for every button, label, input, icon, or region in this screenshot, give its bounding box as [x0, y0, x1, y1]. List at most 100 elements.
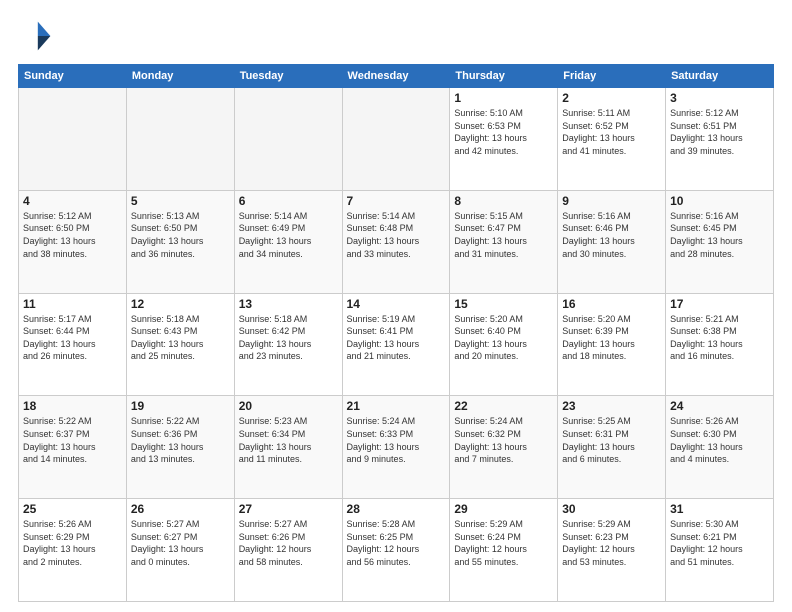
- day-number: 11: [23, 297, 122, 311]
- calendar-header-friday: Friday: [558, 65, 666, 88]
- table-row: 26 Sunrise: 5:27 AMSunset: 6:27 PMDayligh…: [126, 499, 234, 602]
- table-row: 17 Sunrise: 5:21 AMSunset: 6:38 PMDayligh…: [666, 293, 774, 396]
- day-info: Sunrise: 5:28 AMSunset: 6:25 PMDaylight:…: [347, 518, 446, 568]
- day-info: Sunrise: 5:13 AMSunset: 6:50 PMDaylight:…: [131, 210, 230, 260]
- calendar-week-4: 18Sunrise: 5:22 AMSunset: 6:37 PMDayligh…: [19, 396, 774, 499]
- logo: [18, 18, 58, 54]
- day-number: 28: [347, 502, 446, 516]
- day-number: 26: [131, 502, 230, 516]
- day-info: Sunrise: 5:29 AMSunset: 6:23 PMDaylight:…: [562, 518, 661, 568]
- table-row: 20Sunrise: 5:23 AMSunset: 6:34 PMDayligh…: [234, 396, 342, 499]
- day-info: Sunrise: 5:11 AMSunset: 6:52 PMDaylight:…: [562, 107, 661, 157]
- day-number: 14: [347, 297, 446, 311]
- day-number: 25: [23, 502, 122, 516]
- day-info: Sunrise: 5:29 AMSunset: 6:24 PMDaylight:…: [454, 518, 553, 568]
- day-number: 27: [239, 502, 338, 516]
- table-row: [342, 88, 450, 191]
- header: [18, 18, 774, 54]
- day-info: Sunrise: 5:20 AMSunset: 6:39 PMDaylight:…: [562, 313, 661, 363]
- day-info: Sunrise: 5:20 AMSunset: 6:40 PMDaylight:…: [454, 313, 553, 363]
- table-row: [234, 88, 342, 191]
- table-row: 9 Sunrise: 5:16 AMSunset: 6:46 PMDaylight…: [558, 190, 666, 293]
- day-number: 23: [562, 399, 661, 413]
- table-row: 22Sunrise: 5:24 AMSunset: 6:32 PMDayligh…: [450, 396, 558, 499]
- day-info: Sunrise: 5:12 AMSunset: 6:51 PMDaylight:…: [670, 107, 769, 157]
- table-row: 12Sunrise: 5:18 AMSunset: 6:43 PMDayligh…: [126, 293, 234, 396]
- day-number: 9: [562, 194, 661, 208]
- table-row: 6 Sunrise: 5:14 AMSunset: 6:49 PMDaylight…: [234, 190, 342, 293]
- day-number: 7: [347, 194, 446, 208]
- day-info: Sunrise: 5:25 AMSunset: 6:31 PMDaylight:…: [562, 415, 661, 465]
- table-row: 13 Sunrise: 5:18 AMSunset: 6:42 PMDayligh…: [234, 293, 342, 396]
- day-number: 5: [131, 194, 230, 208]
- day-number: 3: [670, 91, 769, 105]
- table-row: 31 Sunrise: 5:30 AMSunset: 6:21 PMDayligh…: [666, 499, 774, 602]
- day-number: 16: [562, 297, 661, 311]
- table-row: 7 Sunrise: 5:14 AMSunset: 6:48 PMDaylight…: [342, 190, 450, 293]
- day-number: 15: [454, 297, 553, 311]
- table-row: 23 Sunrise: 5:25 AMSunset: 6:31 PMDayligh…: [558, 396, 666, 499]
- day-info: Sunrise: 5:14 AMSunset: 6:49 PMDaylight:…: [239, 210, 338, 260]
- day-number: 29: [454, 502, 553, 516]
- table-row: 4Sunrise: 5:12 AMSunset: 6:50 PMDaylight…: [19, 190, 127, 293]
- day-info: Sunrise: 5:17 AMSunset: 6:44 PMDaylight:…: [23, 313, 122, 363]
- table-row: 3 Sunrise: 5:12 AMSunset: 6:51 PMDaylight…: [666, 88, 774, 191]
- calendar-header-monday: Monday: [126, 65, 234, 88]
- day-number: 12: [131, 297, 230, 311]
- table-row: 19 Sunrise: 5:22 AMSunset: 6:36 PMDayligh…: [126, 396, 234, 499]
- table-row: 25 Sunrise: 5:26 AMSunset: 6:29 PMDayligh…: [19, 499, 127, 602]
- calendar-header-sunday: Sunday: [19, 65, 127, 88]
- day-number: 8: [454, 194, 553, 208]
- calendar-header-tuesday: Tuesday: [234, 65, 342, 88]
- logo-icon: [18, 18, 54, 54]
- table-row: 16 Sunrise: 5:20 AMSunset: 6:39 PMDayligh…: [558, 293, 666, 396]
- calendar-header-saturday: Saturday: [666, 65, 774, 88]
- table-row: 8 Sunrise: 5:15 AMSunset: 6:47 PMDaylight…: [450, 190, 558, 293]
- day-info: Sunrise: 5:14 AMSunset: 6:48 PMDaylight:…: [347, 210, 446, 260]
- calendar-header-thursday: Thursday: [450, 65, 558, 88]
- day-number: 1: [454, 91, 553, 105]
- calendar-week-5: 25 Sunrise: 5:26 AMSunset: 6:29 PMDayligh…: [19, 499, 774, 602]
- day-info: Sunrise: 5:21 AMSunset: 6:38 PMDaylight:…: [670, 313, 769, 363]
- day-number: 13: [239, 297, 338, 311]
- day-number: 19: [131, 399, 230, 413]
- day-number: 2: [562, 91, 661, 105]
- table-row: 21 Sunrise: 5:24 AMSunset: 6:33 PMDayligh…: [342, 396, 450, 499]
- table-row: 11 Sunrise: 5:17 AMSunset: 6:44 PMDayligh…: [19, 293, 127, 396]
- table-row: 30 Sunrise: 5:29 AMSunset: 6:23 PMDayligh…: [558, 499, 666, 602]
- calendar-header-row: SundayMondayTuesdayWednesdayThursdayFrid…: [19, 65, 774, 88]
- day-info: Sunrise: 5:30 AMSunset: 6:21 PMDaylight:…: [670, 518, 769, 568]
- table-row: 14Sunrise: 5:19 AMSunset: 6:41 PMDayligh…: [342, 293, 450, 396]
- day-info: Sunrise: 5:16 AMSunset: 6:45 PMDaylight:…: [670, 210, 769, 260]
- table-row: 18Sunrise: 5:22 AMSunset: 6:37 PMDayligh…: [19, 396, 127, 499]
- table-row: [19, 88, 127, 191]
- day-info: Sunrise: 5:27 AMSunset: 6:27 PMDaylight:…: [131, 518, 230, 568]
- day-info: Sunrise: 5:15 AMSunset: 6:47 PMDaylight:…: [454, 210, 553, 260]
- day-info: Sunrise: 5:16 AMSunset: 6:46 PMDaylight:…: [562, 210, 661, 260]
- day-number: 18: [23, 399, 122, 413]
- page: SundayMondayTuesdayWednesdayThursdayFrid…: [0, 0, 792, 612]
- calendar-week-1: 1Sunrise: 5:10 AMSunset: 6:53 PMDaylight…: [19, 88, 774, 191]
- day-number: 31: [670, 502, 769, 516]
- day-number: 24: [670, 399, 769, 413]
- day-info: Sunrise: 5:27 AMSunset: 6:26 PMDaylight:…: [239, 518, 338, 568]
- table-row: 24Sunrise: 5:26 AMSunset: 6:30 PMDayligh…: [666, 396, 774, 499]
- calendar-header-wednesday: Wednesday: [342, 65, 450, 88]
- day-number: 17: [670, 297, 769, 311]
- day-number: 6: [239, 194, 338, 208]
- day-info: Sunrise: 5:26 AMSunset: 6:29 PMDaylight:…: [23, 518, 122, 568]
- table-row: [126, 88, 234, 191]
- day-number: 21: [347, 399, 446, 413]
- calendar-week-2: 4Sunrise: 5:12 AMSunset: 6:50 PMDaylight…: [19, 190, 774, 293]
- day-info: Sunrise: 5:24 AMSunset: 6:33 PMDaylight:…: [347, 415, 446, 465]
- table-row: 27 Sunrise: 5:27 AMSunset: 6:26 PMDayligh…: [234, 499, 342, 602]
- day-info: Sunrise: 5:18 AMSunset: 6:42 PMDaylight:…: [239, 313, 338, 363]
- day-info: Sunrise: 5:22 AMSunset: 6:36 PMDaylight:…: [131, 415, 230, 465]
- day-info: Sunrise: 5:24 AMSunset: 6:32 PMDaylight:…: [454, 415, 553, 465]
- table-row: 1Sunrise: 5:10 AMSunset: 6:53 PMDaylight…: [450, 88, 558, 191]
- table-row: 10 Sunrise: 5:16 AMSunset: 6:45 PMDayligh…: [666, 190, 774, 293]
- day-number: 30: [562, 502, 661, 516]
- day-info: Sunrise: 5:23 AMSunset: 6:34 PMDaylight:…: [239, 415, 338, 465]
- day-number: 10: [670, 194, 769, 208]
- table-row: 28 Sunrise: 5:28 AMSunset: 6:25 PMDayligh…: [342, 499, 450, 602]
